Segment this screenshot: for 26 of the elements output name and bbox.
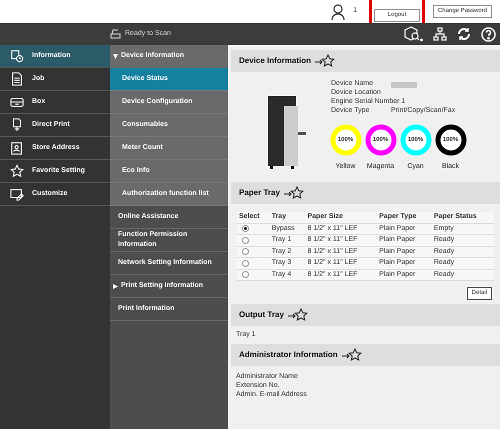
radio-button[interactable] <box>242 225 249 232</box>
add-favorite-icon[interactable] <box>288 308 308 322</box>
add-favorite-icon[interactable] <box>342 348 362 362</box>
radio-button[interactable] <box>242 248 249 256</box>
section-title: Output Tray <box>239 309 284 321</box>
section-title: Paper Tray <box>239 187 280 199</box>
document-plus-icon <box>10 118 24 132</box>
pencil-card-icon <box>10 187 24 201</box>
refresh-icon[interactable] <box>457 27 471 41</box>
scanner-icon <box>110 29 121 39</box>
clock-document-icon <box>10 49 24 63</box>
document-icon <box>10 72 24 86</box>
star-icon <box>10 164 24 178</box>
add-favorite-icon[interactable] <box>284 186 304 200</box>
user-icon <box>331 4 346 20</box>
box-search-icon[interactable] <box>403 26 423 42</box>
help-icon[interactable] <box>481 26 496 42</box>
radio-button[interactable] <box>242 236 249 244</box>
add-favorite-icon[interactable] <box>315 54 336 68</box>
tray-icon <box>10 95 24 109</box>
radio-button[interactable] <box>242 271 249 278</box>
section-title: Administrator Information <box>239 349 338 361</box>
section-title: Device Information <box>239 55 312 67</box>
network-icon[interactable] <box>433 27 447 41</box>
address-book-icon <box>10 141 24 155</box>
radio-button[interactable] <box>242 260 249 267</box>
